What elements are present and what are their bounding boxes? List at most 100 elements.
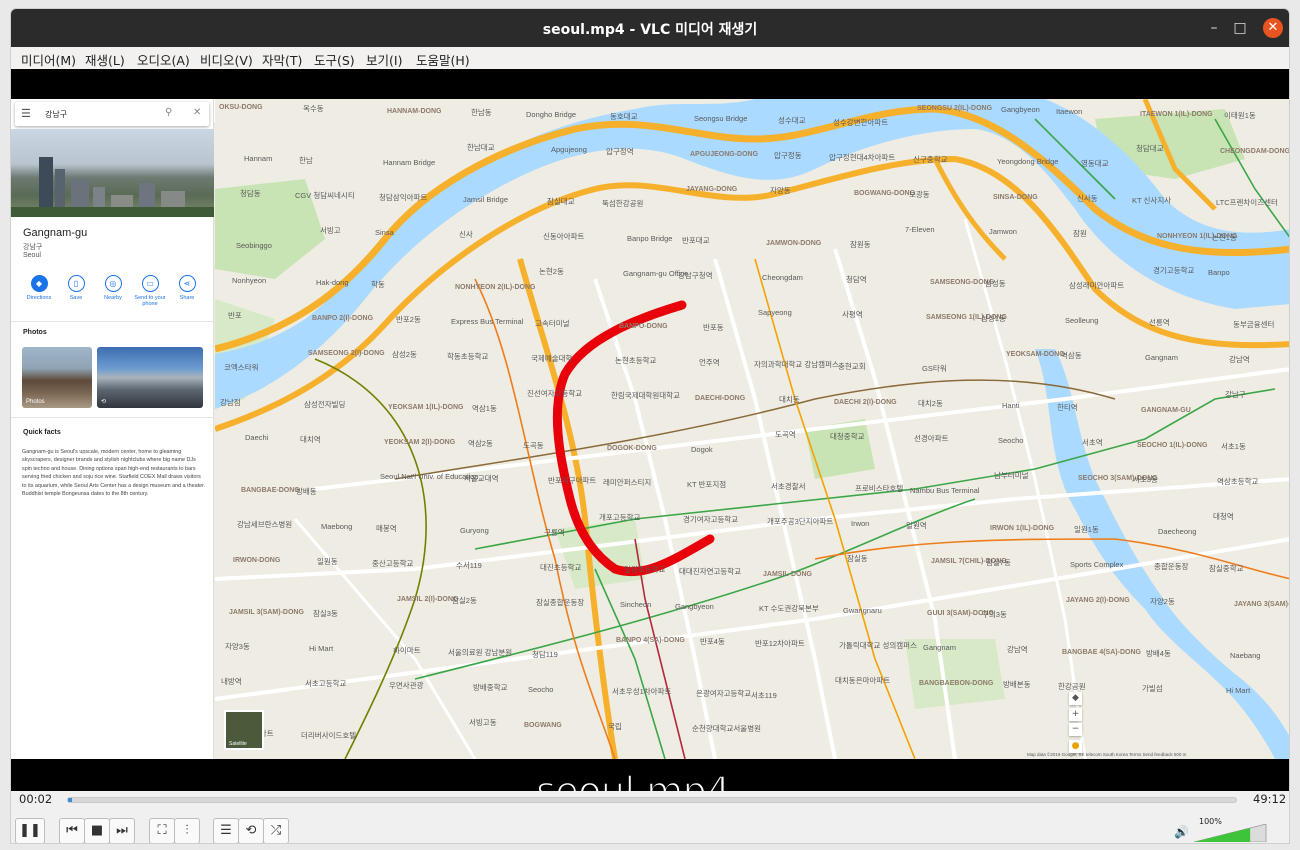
share-button[interactable]: ⋖ Share (169, 275, 205, 301)
playlist-button[interactable]: ☰ (213, 818, 239, 843)
map-label: 학동 (371, 279, 385, 289)
map-label: Dongho Bridge (526, 110, 576, 119)
map-label: 중산고등학교 (372, 558, 413, 568)
map-canvas[interactable]: OKSU-DONG 옥수동 HANNAM-DONG 한남동 Dongho Bridge 동… (215, 99, 1290, 759)
satellite-label: Satellite (229, 741, 247, 747)
menu-video[interactable]: 비디오(V) (200, 50, 253, 69)
close-button[interactable]: ✕ (1263, 18, 1283, 38)
map-label: BANPO 4(SA)-DONG (616, 637, 685, 644)
minimize-button[interactable]: – (1204, 18, 1224, 38)
map-label: 국립 (608, 722, 622, 731)
map-label: 일원1동 (1074, 525, 1099, 534)
maximize-button[interactable]: □ (1230, 18, 1250, 38)
volume-icon[interactable]: 🔊 (1174, 825, 1189, 839)
map-label: Daecheong (1158, 527, 1196, 536)
map-label: 뚝섬한강공원 (602, 198, 643, 208)
map-label: 보광동 (909, 189, 930, 199)
menu-playback[interactable]: 재생(L) (85, 50, 125, 69)
close-icon[interactable]: ✕ (193, 107, 201, 118)
street-view-thumbnail[interactable]: ⟲ (97, 347, 203, 408)
maps-search-query[interactable]: 강남구 (45, 109, 67, 120)
map-label: 고속터미널 (535, 319, 570, 328)
map-label: IRWON 1(IL)-DONG (990, 525, 1055, 532)
random-button[interactable]: ⤮ (263, 818, 289, 843)
map-label: Daechi (245, 433, 269, 442)
map-label: 강남구 (1225, 389, 1246, 399)
map-label: 이태원1동 (1224, 110, 1256, 120)
photo-thumbnail[interactable]: Photos (22, 347, 92, 408)
menu-subtitle[interactable]: 자막(T) (262, 50, 302, 69)
map-label: 논현1동 (1212, 233, 1237, 242)
map-label: 역삼1동 (472, 403, 497, 413)
volume-slider[interactable] (1194, 824, 1268, 842)
pegman-icon[interactable]: ● (1069, 740, 1082, 753)
map-label: DAECHI-DONG (695, 395, 746, 402)
map-label: 잠실중학교 (1209, 563, 1244, 573)
map-label: 대청중학교 (830, 431, 865, 441)
map-label: CGV 청담씨네시티 (295, 190, 355, 200)
nearby-button[interactable]: ◎ Nearby (95, 275, 131, 301)
map-label: BANGBAE 4(SA)-DONG (1062, 649, 1142, 656)
menu-audio[interactable]: 오디오(A) (137, 50, 190, 69)
bookmark-icon: ▯ (67, 275, 85, 292)
menu-media[interactable]: 미디어(M) (21, 50, 76, 69)
directions-button[interactable]: ◆ Directions (21, 275, 57, 301)
zoom-in-button[interactable]: + (1069, 708, 1082, 721)
save-button[interactable]: ▯ Save (58, 275, 94, 301)
previous-button[interactable]: ⏮ (59, 818, 85, 843)
zoom-out-button[interactable]: − (1069, 723, 1082, 736)
video-area[interactable]: ☰ 강남구 ⚲ ✕ Gangnam-gu 강남구 Seoul ◆ Directi… (11, 69, 1290, 814)
place-korean-name: 강남구 (23, 244, 43, 251)
map-label: JAYANG 2(I)-DONG (1066, 597, 1130, 604)
map-label: YEOKSAM 1(IL)-DONG (388, 404, 464, 411)
map-label: CHEONGDAM-DONG (1220, 148, 1290, 155)
menu-view[interactable]: 보기(I) (366, 50, 402, 69)
map-label: 청담119 (532, 649, 558, 659)
map-label: SEOCHO 1(IL)-DONG (1137, 442, 1208, 449)
map-label: 더리버사이드호텔 (301, 730, 356, 740)
menu-tools[interactable]: 도구(S) (314, 50, 355, 69)
map-label: Gangbyeon (1001, 105, 1040, 114)
fullscreen-button[interactable]: ⛶ (149, 818, 175, 843)
stop-button[interactable]: ■ (84, 818, 110, 843)
maps-side-panel: ☰ 강남구 ⚲ ✕ Gangnam-gu 강남구 Seoul ◆ Directi… (11, 99, 214, 759)
extended-settings-button[interactable]: ⫶ (174, 818, 200, 843)
map-label: Hak-dong (316, 278, 349, 287)
map-label: 강남역 (1007, 644, 1028, 654)
map-label: 일원초등학교 (624, 564, 665, 574)
map-label: KT 수도권강북본부 (759, 603, 819, 613)
map-label: Itaewon (1056, 107, 1082, 116)
seek-bar[interactable] (67, 797, 1237, 803)
pause-button[interactable]: ❚❚ (15, 818, 45, 843)
nearby-icon: ◎ (104, 275, 122, 292)
map-label: 삼성동 (985, 278, 1006, 288)
map-label: 서초고등학교 (305, 678, 346, 688)
map-label: Jamwon (989, 227, 1017, 236)
map-label: 잠원동 (850, 239, 871, 249)
hamburger-icon[interactable]: ☰ (21, 107, 31, 120)
map-label: 반포 (228, 311, 242, 320)
map-label: 경기고등학교 (1153, 265, 1194, 275)
send-to-phone-button[interactable]: ▭ Send to your phone (132, 275, 168, 307)
map-label: Seocho (528, 685, 553, 694)
search-icon[interactable]: ⚲ (165, 107, 172, 118)
map-label: 서초역 (1082, 437, 1103, 447)
map-label: 서빙고동 (469, 718, 497, 727)
compass-control[interactable]: ◆ (1069, 692, 1082, 705)
seek-progress (68, 798, 72, 802)
maps-search-box[interactable]: ☰ 강남구 ⚲ ✕ (15, 102, 209, 126)
next-button[interactable]: ⏭ (109, 818, 135, 843)
map-label: 반포동 (703, 323, 724, 332)
map-label: 성수강변한아파트 (833, 117, 888, 127)
map-label: Express Bus Terminal (451, 317, 524, 326)
map-label: 매봉역 (376, 523, 397, 533)
loop-button[interactable]: ⟲ (238, 818, 264, 843)
map-label: 대치동 (779, 395, 800, 404)
map-label: IRWON-DONG (233, 557, 281, 564)
map-label: Gangnam (923, 643, 956, 652)
map-label: Nonhyeon (232, 276, 266, 285)
menu-help[interactable]: 도움말(H) (416, 50, 470, 69)
map-label: 논현초등학교 (615, 355, 656, 365)
map-label: Gangnam (1145, 353, 1178, 362)
map-label: BANPO-DONG (619, 323, 668, 330)
